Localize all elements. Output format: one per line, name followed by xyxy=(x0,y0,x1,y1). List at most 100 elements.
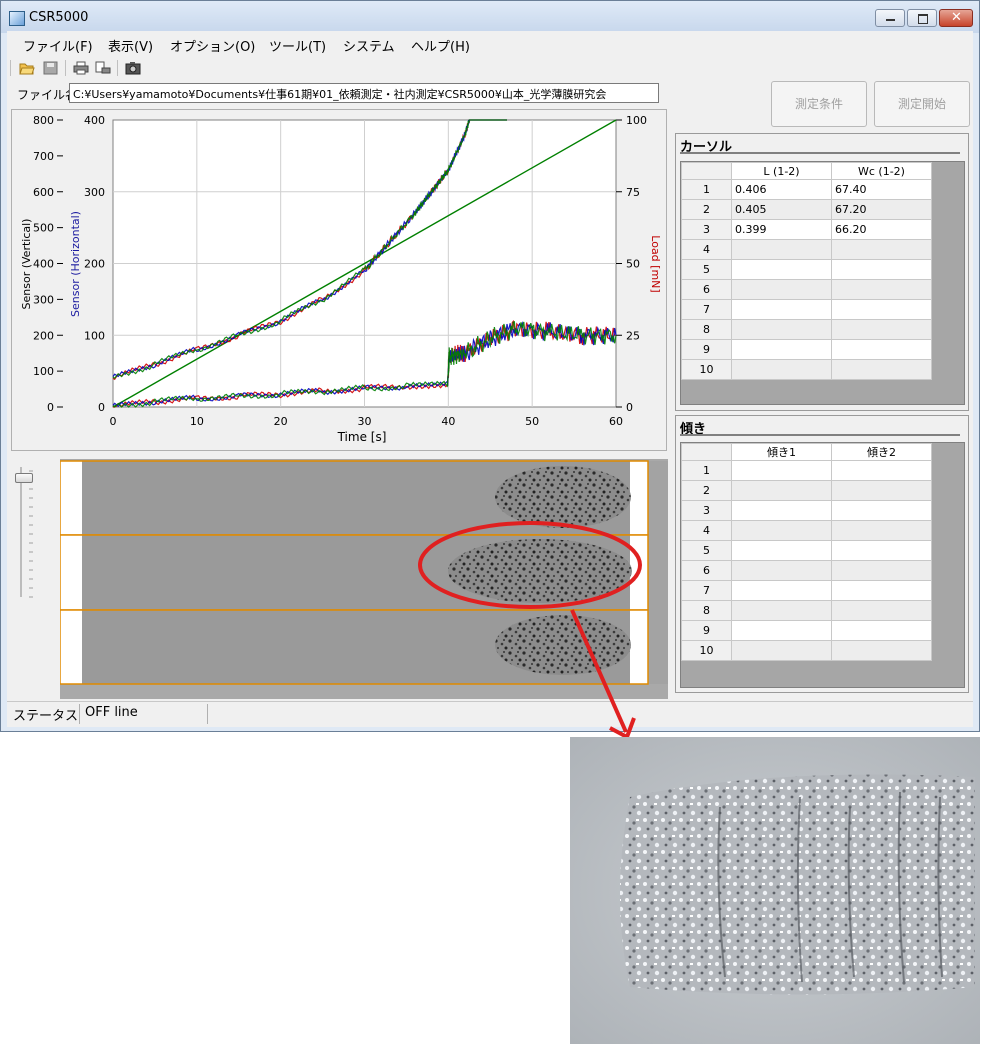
menu-system[interactable]: システム xyxy=(343,36,395,55)
row-header: 3 xyxy=(681,500,732,521)
measurement-conditions-button[interactable]: 測定条件 xyxy=(771,81,867,127)
start-measurement-button[interactable]: 測定開始 xyxy=(874,81,970,127)
grid-cell[interactable] xyxy=(731,580,832,601)
status-divider xyxy=(79,704,80,724)
grid-cell[interactable] xyxy=(731,520,832,541)
toolbar-separator xyxy=(65,60,66,76)
image-zoom-slider[interactable] xyxy=(15,467,43,637)
grid-cell[interactable] xyxy=(731,299,832,320)
y-horizontal-tick-label: 400 xyxy=(84,114,105,127)
toolbar-separator xyxy=(117,60,118,76)
x-tick-label: 60 xyxy=(609,415,623,428)
menu-file[interactable]: ファイル(F) xyxy=(23,36,93,55)
menu-help[interactable]: ヘルプ(H) xyxy=(411,36,470,55)
grid-cell[interactable] xyxy=(831,580,932,601)
slider-thumb[interactable] xyxy=(15,473,33,483)
grid-cell[interactable] xyxy=(831,239,932,260)
grid-cell[interactable] xyxy=(731,239,832,260)
window-title: CSR5000 xyxy=(29,10,89,25)
client-area: ファイル(F) 表示(V) オプション(O) ツール(T) システム ヘルプ(H… xyxy=(7,31,973,727)
app-icon xyxy=(9,11,25,26)
row-header: 3 xyxy=(681,219,732,240)
grid-cell[interactable] xyxy=(731,460,832,481)
grid-cell[interactable]: 67.20 xyxy=(831,199,932,220)
print-preview-icon[interactable] xyxy=(95,61,111,75)
grid-cell[interactable] xyxy=(831,339,932,360)
cursor-grid[interactable]: L (1-2) Wc (1-2) 1 0.406 67.40 2 0.405 67.20… xyxy=(680,161,965,405)
grid-cell[interactable] xyxy=(831,279,932,300)
grid-cell[interactable] xyxy=(731,560,832,581)
grid-cell[interactable] xyxy=(831,540,932,561)
row-header: 9 xyxy=(681,620,732,641)
grid-cell[interactable] xyxy=(731,259,832,280)
print-icon[interactable] xyxy=(73,61,89,75)
slope-grid[interactable]: 傾き1 傾き2 1 2 3 4 5 6 7 8 9 10 xyxy=(680,442,965,688)
grid-cell[interactable]: 0.406 xyxy=(731,179,832,200)
menu-view[interactable]: 表示(V) xyxy=(108,36,153,55)
camera-icon[interactable] xyxy=(125,61,141,75)
x-tick-label: 50 xyxy=(525,415,539,428)
grid-cell[interactable] xyxy=(731,540,832,561)
close-button[interactable]: ✕ xyxy=(939,9,973,27)
grid-cell[interactable]: 0.405 xyxy=(731,199,832,220)
panel-divider xyxy=(680,152,960,154)
x-tick-label: 20 xyxy=(274,415,288,428)
save-icon[interactable] xyxy=(43,61,59,75)
y-right-tick-label: 25 xyxy=(626,329,640,342)
y-right-tick-label: 75 xyxy=(626,186,640,199)
grid-cell[interactable] xyxy=(731,640,832,661)
grid-cell[interactable] xyxy=(831,520,932,541)
row-header: 6 xyxy=(681,560,732,581)
grid-cell[interactable] xyxy=(731,620,832,641)
column-header-slope2[interactable]: 傾き2 xyxy=(831,443,932,461)
y-vertical-tick-label: 600 xyxy=(33,186,54,199)
grid-cell[interactable] xyxy=(831,259,932,280)
grid-cell[interactable] xyxy=(831,480,932,501)
grid-cell[interactable] xyxy=(731,359,832,380)
x-axis-title: Time [s] xyxy=(337,430,387,444)
grid-cell[interactable]: 67.40 xyxy=(831,179,932,200)
grid-cell[interactable] xyxy=(731,339,832,360)
row-header: 2 xyxy=(681,480,732,501)
y-right-axis-title: Load [mN] xyxy=(649,235,662,292)
column-header-slope1[interactable]: 傾き1 xyxy=(731,443,832,461)
column-header-l[interactable]: L (1-2) xyxy=(731,162,832,180)
grid-cell[interactable]: 66.20 xyxy=(831,219,932,240)
open-folder-icon[interactable] xyxy=(19,61,35,75)
column-header-wc[interactable]: Wc (1-2) xyxy=(831,162,932,180)
title-bar[interactable]: CSR5000 ✕ xyxy=(1,1,979,33)
row-header: 4 xyxy=(681,239,732,260)
menu-options[interactable]: オプション(O) xyxy=(170,36,255,55)
x-tick-label: 40 xyxy=(441,415,455,428)
grid-cell[interactable] xyxy=(731,500,832,521)
y-horizontal-tick-label: 300 xyxy=(84,186,105,199)
grid-cell[interactable] xyxy=(731,279,832,300)
status-label: ステータス xyxy=(13,709,79,724)
sensor-load-chart: 0 10 20 30 40 50 60400300200100080070060050040… xyxy=(20,114,662,444)
grid-cell[interactable] xyxy=(831,460,932,481)
grid-cell[interactable] xyxy=(831,620,932,641)
menu-tools[interactable]: ツール(T) xyxy=(269,36,326,55)
row-header: 9 xyxy=(681,339,732,360)
grid-cell[interactable] xyxy=(831,359,932,380)
grid-cell[interactable] xyxy=(831,299,932,320)
grid-cell[interactable] xyxy=(731,319,832,340)
maximize-icon xyxy=(918,14,928,24)
grid-cell[interactable] xyxy=(831,600,932,621)
grid-cell[interactable] xyxy=(731,480,832,501)
grid-cell[interactable] xyxy=(831,319,932,340)
cursor-panel: カーソル L (1-2) Wc (1-2) 1 0.406 67.40 2 0.405… xyxy=(675,133,969,411)
file-path-field[interactable]: C:¥Users¥yamamoto¥Documents¥仕事61期¥01_依頼測… xyxy=(69,83,659,103)
row-header: 4 xyxy=(681,520,732,541)
maximize-button[interactable] xyxy=(907,9,937,27)
application-window: CSR5000 ✕ ファイル(F) 表示(V) オプション(O) ツール(T) … xyxy=(0,0,980,732)
y-right-tick-label: 50 xyxy=(626,258,640,271)
grid-cell[interactable] xyxy=(831,560,932,581)
grid-cell[interactable] xyxy=(731,600,832,621)
y-right-tick-label: 100 xyxy=(626,114,647,127)
grid-cell[interactable]: 0.399 xyxy=(731,219,832,240)
row-header: 5 xyxy=(681,540,732,561)
minimize-button[interactable] xyxy=(875,9,905,27)
grid-cell[interactable] xyxy=(831,640,932,661)
grid-cell[interactable] xyxy=(831,500,932,521)
